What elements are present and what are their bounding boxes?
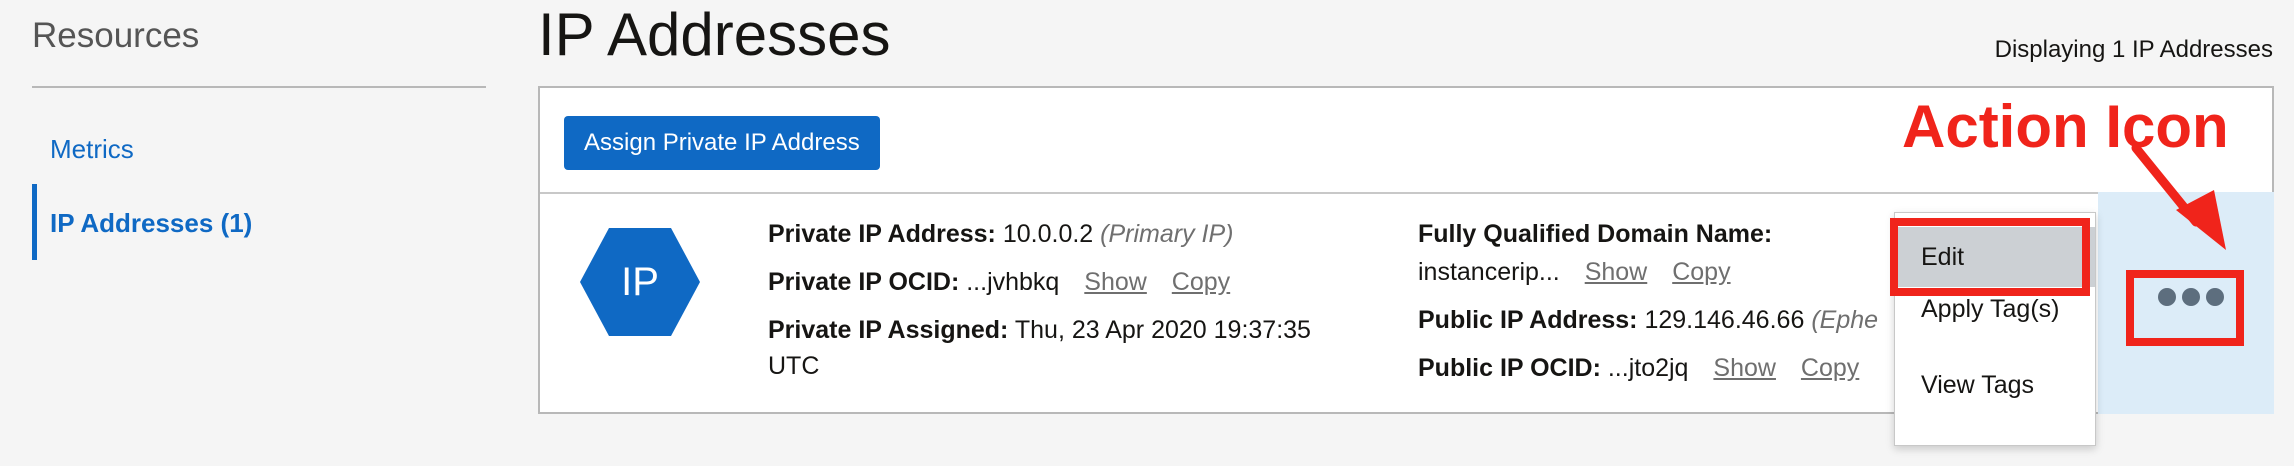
- private-ip-label: Private IP Address:: [768, 220, 996, 248]
- fqdn-show-link[interactable]: Show: [1585, 258, 1648, 286]
- sidebar-divider: [32, 86, 486, 88]
- assign-private-ip-button[interactable]: Assign Private IP Address: [564, 116, 880, 170]
- public-ocid-label: Public IP OCID:: [1418, 354, 1601, 382]
- resources-heading: Resources: [32, 16, 200, 55]
- sidebar-item-metrics[interactable]: Metrics: [50, 134, 134, 165]
- annotation-highlight-edit: [1890, 218, 2090, 296]
- public-ip-label: Public IP Address:: [1418, 306, 1638, 334]
- results-count: Displaying 1 IP Addresses: [1994, 36, 2273, 63]
- private-ocid-value: ...jvhbkq: [966, 268, 1060, 296]
- private-ocid-copy-link[interactable]: Copy: [1172, 268, 1230, 296]
- page: Resources Metrics IP Addresses (1) IP Ad…: [0, 0, 2294, 466]
- private-ip-field: Private IP Address: 10.0.0.2 (Primary IP…: [768, 220, 1233, 249]
- annotation-highlight-actions: [2126, 270, 2244, 346]
- primary-ip-note: (Primary IP): [1100, 220, 1234, 248]
- ip-hexagon-label: IP: [621, 259, 659, 304]
- sidebar-item-ip-addresses[interactable]: IP Addresses (1): [50, 208, 252, 239]
- public-ip-field: Public IP Address: 129.146.46.66 (Ephe: [1418, 306, 1878, 335]
- private-ocid-field: Private IP OCID: ...jvhbkq Show Copy: [768, 268, 1230, 297]
- assigned-label: Private IP Assigned:: [768, 316, 1009, 344]
- public-ip-note: (Ephe: [1811, 306, 1879, 334]
- fqdn-value: instancerip...: [1418, 258, 1560, 286]
- public-ocid-value: ...jto2jq: [1607, 354, 1689, 382]
- public-ip-value: 129.146.46.66: [1644, 306, 1805, 334]
- public-ocid-show-link[interactable]: Show: [1713, 354, 1776, 382]
- public-ocid-field: Public IP OCID: ...jto2jq Show Copy: [1418, 354, 1859, 383]
- private-ip-value: 10.0.0.2: [1002, 220, 1094, 248]
- fqdn-copy-link[interactable]: Copy: [1672, 258, 1730, 286]
- private-ocid-show-link[interactable]: Show: [1084, 268, 1147, 296]
- panel-divider: [540, 192, 2272, 194]
- fqdn-label: Fully Qualified Domain Name:: [1418, 220, 1773, 248]
- menu-item-view-tags[interactable]: View Tags: [1895, 355, 2095, 415]
- annotation-arrow-icon: [2131, 143, 2226, 250]
- page-title: IP Addresses: [538, 1, 891, 68]
- sidebar-active-indicator: [32, 184, 37, 260]
- assigned-value-continued: UTC: [768, 352, 820, 380]
- public-ocid-copy-link[interactable]: Copy: [1801, 354, 1859, 382]
- assigned-value: Thu, 23 Apr 2020 19:37:35: [1014, 316, 1311, 344]
- assigned-field: Private IP Assigned: Thu, 23 Apr 2020 19…: [768, 316, 1311, 345]
- ip-hexagon-icon: IP: [578, 226, 702, 338]
- private-ocid-label: Private IP OCID:: [768, 268, 960, 296]
- fqdn-value-field: instancerip... Show Copy: [1418, 258, 1731, 287]
- fqdn-field: Fully Qualified Domain Name:: [1418, 220, 1772, 249]
